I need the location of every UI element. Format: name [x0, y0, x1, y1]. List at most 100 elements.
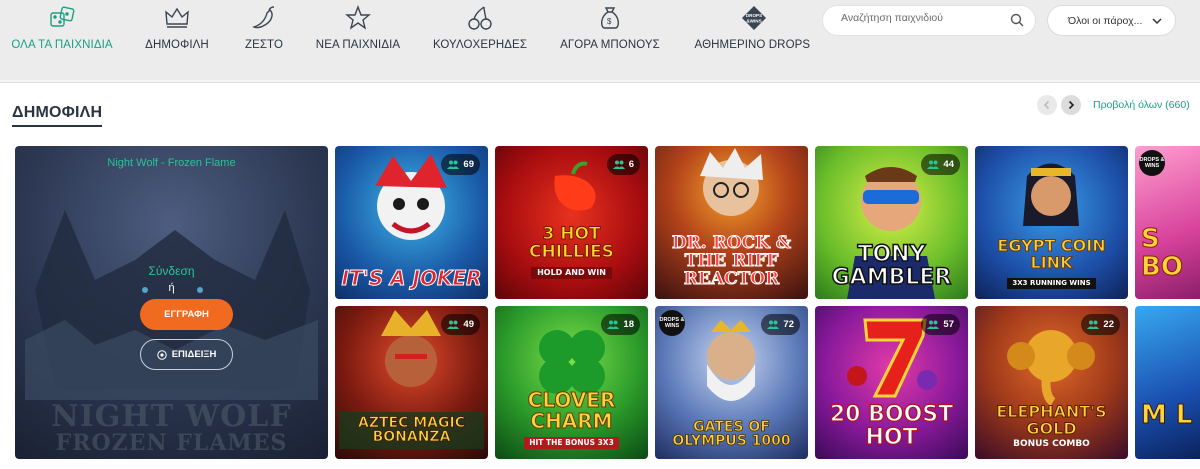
players-icon — [767, 320, 780, 329]
nav-bonus-buy[interactable]: $ ΑΓΟΡΑ ΜΠΟΝΟΥΣ — [558, 4, 662, 64]
game-title: IT'S A JOKER — [341, 266, 482, 290]
game-title: 3 HOT CHILLIES HOLD AND WIN — [499, 223, 644, 279]
nav-label: ΖΕΣΤΟ — [244, 39, 284, 51]
search-input[interactable] — [841, 12, 1006, 24]
title-text: 3 HOT CHILLIES — [529, 223, 615, 262]
game-tile[interactable]: DR. ROCK & THE RIFF REACTOR — [655, 146, 808, 299]
nav-all-games[interactable]: ΟΛΑ ΤΑ ΠΑΙΧΝΙΔΙΑ — [11, 4, 113, 64]
cherries-icon — [468, 6, 492, 30]
game-tile[interactable]: 22 ELEPHANT'S GOLD BONUS COMBO — [975, 306, 1128, 459]
featured-game[interactable]: Night Wolf - Frozen Flame Σύνδεση ή ΕΓΓΡ… — [15, 146, 328, 459]
demo-label: ΕΠΙΔΕΙΞΗ — [171, 349, 217, 360]
carousel-prev-button[interactable] — [1037, 95, 1057, 115]
players-icon — [447, 160, 460, 169]
nav-label: ΔΗΜΟΦΙΛΗ — [145, 39, 209, 51]
game-tile[interactable]: EGYPT COIN LINK 3X3 RUNNING WINS — [975, 146, 1128, 299]
game-tile[interactable]: 57 20 BOOST HOT — [815, 306, 968, 459]
drops-wins-badge: DROPS & WINS — [1139, 150, 1165, 176]
game-tile[interactable]: DROPS & WINS 72 GATES OF OLYMPUS 1000 — [655, 306, 808, 459]
svg-text:&WINS: &WINS — [746, 19, 761, 24]
logo-line2: FROZEN FLAMES — [55, 430, 288, 456]
subtitle-text: BONUS COMBO — [1013, 438, 1090, 449]
game-tile[interactable]: DROPS & WINS S BO — [1135, 146, 1200, 299]
main-content: ΔΗΜΟΦΙΛΗ Προβολή όλων (660) Night Wolf -… — [0, 82, 1200, 469]
featured-title: Night Wolf - Frozen Flame — [107, 157, 236, 169]
drops-wins-badge: DROPS & WINS — [659, 310, 685, 336]
search-box — [822, 5, 1036, 36]
player-count-badge: 72 — [761, 314, 800, 335]
nav-popular[interactable]: ΔΗΜΟΦΙΛΗ — [140, 4, 214, 64]
nav-hot[interactable]: ΖΕΣΤΟ — [240, 4, 288, 64]
nav-label: ΟΛΑ ΤΑ ΠΑΙΧΝΙΔΙΑ — [11, 39, 113, 51]
chili-icon — [252, 6, 275, 29]
register-button[interactable]: ΕΓΓΡΑΦΗ — [140, 299, 233, 330]
game-logo: NIGHT WOLF FROZEN FLAMES — [15, 399, 328, 457]
provider-selected: Όλοι οι πάροχ... — [1068, 15, 1143, 27]
drops-wins-icon: DROPS&WINS — [742, 6, 766, 30]
game-title: DR. ROCK & THE RIFF REACTOR — [671, 233, 792, 290]
players-icon — [1087, 320, 1100, 329]
players-icon — [927, 160, 940, 169]
subtitle-text: HOLD AND WIN — [531, 266, 612, 279]
game-title: 20 BOOST HOT — [829, 401, 954, 450]
game-title: M L — [1141, 399, 1194, 430]
or-text: ή — [168, 282, 175, 294]
game-tile[interactable]: M L — [1135, 306, 1200, 459]
login-link[interactable]: Σύνδεση — [15, 264, 328, 278]
title-text: CLOVER CHARM — [527, 388, 616, 434]
chevron-left-icon — [1043, 100, 1050, 110]
subtitle-text: 3X3 RUNNING WINS — [1007, 277, 1096, 289]
game-title: GATES OF OLYMPUS 1000 — [672, 418, 791, 450]
nav-label: ΑΓΟΡΑ ΜΠΟΝΟΥΣ — [560, 39, 660, 51]
player-count-badge: 69 — [441, 154, 480, 175]
game-title: CLOVER CHARM HIT THE BONUS 3X3 — [499, 388, 644, 449]
top-navigation: ΟΛΑ ΤΑ ΠΑΙΧΝΙΔΙΑ ΔΗΜΟΦΙΛΗ ΖΕΣΤΟ ΝΕΑ ΠΑΙΧ… — [0, 0, 1200, 80]
logo-line1: NIGHT WOLF — [51, 399, 292, 434]
subtitle-text: HIT THE BONUS 3X3 — [524, 437, 619, 449]
game-tile[interactable]: 69 IT'S A JOKER — [335, 146, 488, 299]
crown-icon — [165, 7, 189, 28]
section-title: ΔΗΜΟΦΙΛΗ — [12, 104, 103, 127]
player-count: 72 — [783, 319, 794, 330]
game-tile[interactable]: 18 CLOVER CHARM HIT THE BONUS 3X3 — [495, 306, 648, 459]
player-count-badge: 6 — [606, 154, 640, 175]
svg-text:$: $ — [607, 17, 612, 26]
game-title: S BO — [1141, 224, 1184, 282]
svg-text:DROPS: DROPS — [746, 13, 762, 18]
game-title: EGYPT COIN LINK 3X3 RUNNING WINS — [979, 236, 1124, 289]
provider-dropdown[interactable]: Όλοι οι πάροχ... — [1047, 5, 1176, 36]
nav-new-games[interactable]: ΝΕΑ ΠΑΙΧΝΙΔΙΑ — [312, 4, 404, 64]
player-count-badge: 57 — [921, 314, 960, 335]
players-icon — [607, 320, 620, 329]
nav-label: ΚΟΥΛΟΧΕΡΗΔΕΣ — [432, 39, 528, 51]
play-circle-icon — [156, 349, 167, 360]
nav-daily-drops[interactable]: DROPS&WINS ΚΑΘΗΜΕΡΙΝΟ DROPS & — [694, 4, 814, 64]
player-count: 18 — [623, 319, 634, 330]
players-icon — [927, 320, 940, 329]
game-tile[interactable]: 44 TONY GAMBLER — [815, 146, 968, 299]
player-count: 6 — [628, 159, 634, 170]
game-title: TONY GAMBLER — [831, 241, 952, 290]
player-count: 49 — [463, 319, 474, 330]
player-count-badge: 49 — [441, 314, 480, 335]
nav-slots[interactable]: ΚΟΥΛΟΧΕΡΗΔΕΣ — [432, 4, 528, 64]
carousel-next-button[interactable] — [1061, 95, 1081, 115]
game-title: ELEPHANT'S GOLD BONUS COMBO — [979, 401, 1124, 449]
game-tile[interactable]: 49 AZTEC MAGIC BONANZA — [335, 306, 488, 459]
player-count: 22 — [1103, 319, 1114, 330]
chevron-down-icon — [1152, 18, 1162, 25]
title-text: EGYPT COIN LINK — [997, 236, 1106, 272]
search-icon[interactable] — [1010, 13, 1024, 27]
nav-label: ΚΑΘΗΜΕΡΙΝΟ DROPS & — [694, 39, 814, 51]
dice-icon — [50, 6, 75, 27]
player-count: 69 — [463, 159, 474, 170]
star-icon — [345, 5, 371, 30]
title-text: ELEPHANT'S GOLD — [996, 401, 1107, 438]
view-all-link[interactable]: Προβολή όλων (660) — [1093, 99, 1190, 111]
players-icon — [447, 320, 460, 329]
players-icon — [612, 160, 625, 169]
player-count-badge: 22 — [1081, 314, 1120, 335]
player-count: 57 — [943, 319, 954, 330]
demo-button[interactable]: ΕΠΙΔΕΙΞΗ — [140, 339, 233, 370]
game-tile[interactable]: 6 3 HOT CHILLIES HOLD AND WIN — [495, 146, 648, 299]
